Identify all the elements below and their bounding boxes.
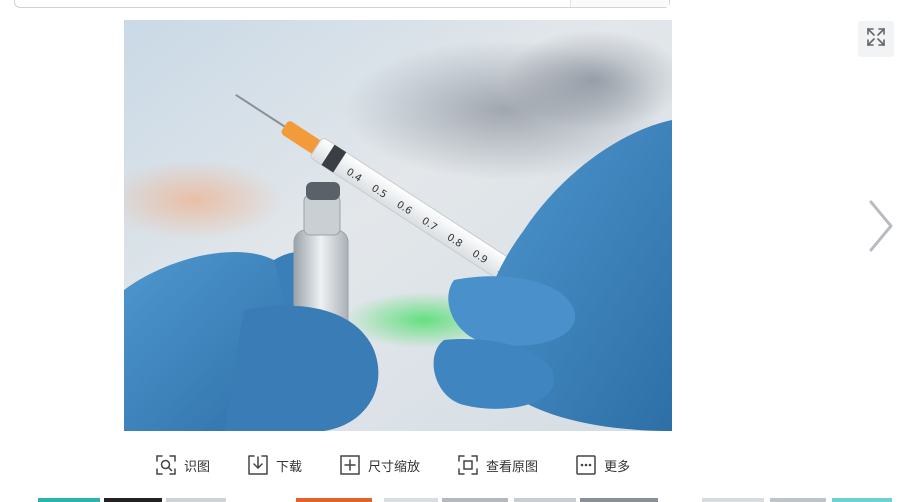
more-icon [576,455,596,475]
thumbnail[interactable] [296,498,372,502]
search-bar[interactable] [14,0,670,8]
main-image[interactable]: 0.4 0.5 0.6 0.7 0.8 0.9 1.0 [124,20,672,431]
thumbnail-strip [0,498,899,502]
resize-button[interactable]: 尺寸缩放 [340,453,420,477]
download-button[interactable]: 下载 [248,453,302,477]
resize-icon [340,455,360,475]
chevron-right-icon [865,198,895,258]
image-toolbar: 识图 下载 尺寸缩放 查看原图 更多 [156,453,630,477]
view-original-label: 查看原图 [486,459,539,475]
fullscreen-button[interactable] [858,21,894,57]
identify-image-label: 识图 [184,459,211,475]
thumbnail[interactable] [832,498,892,502]
thumbnail[interactable] [384,498,438,502]
view-original-button[interactable]: 查看原图 [458,453,538,477]
more-label: 更多 [604,459,631,475]
search-button[interactable] [570,0,669,7]
view-original-icon [458,455,478,475]
identify-image-button[interactable]: 识图 [156,453,210,477]
thumbnail[interactable] [514,498,576,502]
thumbnail[interactable] [442,498,508,502]
thumbnail[interactable] [166,498,226,502]
download-label: 下载 [276,459,303,475]
resize-label: 尺寸缩放 [368,459,421,475]
thumbnail[interactable] [580,498,658,502]
thumbnail[interactable] [702,498,764,502]
more-button[interactable]: 更多 [576,453,630,477]
thumbnail[interactable] [38,498,100,502]
download-icon [248,455,268,475]
image-viewer-page: 0.4 0.5 0.6 0.7 0.8 0.9 1.0 [0,0,899,502]
thumbnail[interactable] [104,498,162,502]
next-image-button[interactable] [862,198,898,258]
thumbnail[interactable] [770,498,826,502]
fullscreen-expand-icon [865,26,887,52]
image-search-icon [156,455,176,475]
